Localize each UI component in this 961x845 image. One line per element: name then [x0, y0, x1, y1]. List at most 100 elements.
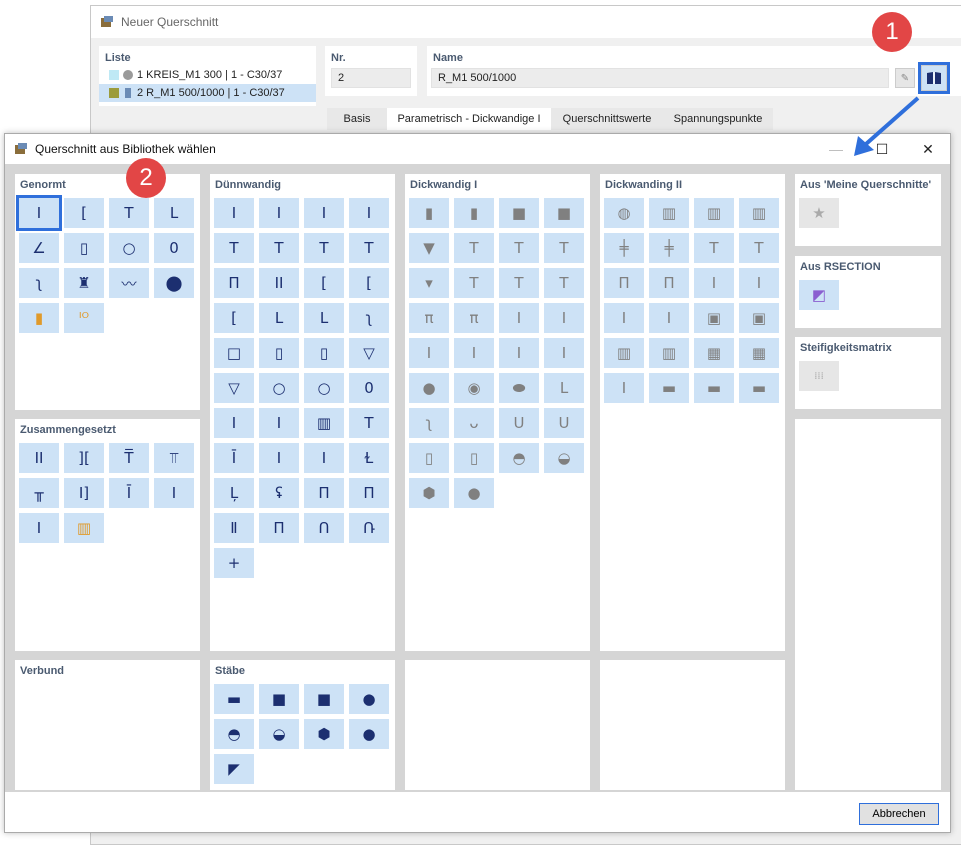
dickwandig1-section-shape-icon[interactable]: ■ — [544, 198, 584, 228]
dickwandig2-section-shape-icon[interactable]: ▥ — [604, 338, 644, 368]
dickwandig2-section-shape-icon[interactable]: ▬ — [739, 373, 779, 403]
genormt-section-shape-icon[interactable]: ʅ — [19, 268, 59, 298]
matrix-grid-icon[interactable]: ⁞⁞⁞ — [799, 361, 839, 391]
tab-querschnittswerte[interactable]: Querschnittswerte — [551, 108, 663, 130]
duennwandig-section-shape-icon[interactable]: Ո — [304, 513, 344, 543]
zusammengesetzt-section-shape-icon[interactable]: ▥ — [64, 513, 104, 543]
duennwandig-section-shape-icon[interactable]: [ — [214, 303, 254, 333]
dickwandig2-section-shape-icon[interactable]: ▬ — [649, 373, 689, 403]
dickwandig1-section-shape-icon[interactable]: ◉ — [454, 373, 494, 403]
dickwandig1-section-shape-icon[interactable]: ᴗ — [454, 408, 494, 438]
list-item-selected[interactable]: 2 R_M1 500/1000 | 1 - C30/37 — [99, 84, 316, 102]
staebe-section-shape-icon[interactable]: ■ — [259, 684, 299, 714]
genormt-section-shape-icon[interactable]: ⬤ — [154, 268, 194, 298]
staebe-section-shape-icon[interactable]: ⬢ — [304, 719, 344, 749]
duennwandig-section-shape-icon[interactable]: Ⅱ — [214, 513, 254, 543]
staebe-section-shape-icon[interactable]: ● — [349, 719, 389, 749]
dickwandig2-section-shape-icon[interactable]: ▦ — [694, 338, 734, 368]
dickwandig2-section-shape-icon[interactable]: ╪ — [604, 233, 644, 263]
duennwandig-section-shape-icon[interactable]: I — [304, 443, 344, 473]
staebe-section-shape-icon[interactable]: ◤ — [214, 754, 254, 784]
duennwandig-section-shape-icon[interactable]: [ — [349, 268, 389, 298]
dickwandig1-section-shape-icon[interactable]: I — [544, 303, 584, 333]
duennwandig-section-shape-icon[interactable]: II — [259, 268, 299, 298]
dickwandig1-section-shape-icon[interactable]: T — [499, 268, 539, 298]
dickwandig1-section-shape-icon[interactable]: ● — [454, 478, 494, 508]
dickwandig1-section-shape-icon[interactable]: U — [499, 408, 539, 438]
genormt-section-shape-icon[interactable]: I — [16, 195, 62, 231]
duennwandig-section-shape-icon[interactable]: Π — [214, 268, 254, 298]
genormt-section-shape-icon[interactable]: [ — [64, 198, 104, 228]
rsection-icon[interactable]: ◩ — [799, 280, 839, 310]
duennwandig-section-shape-icon[interactable]: L — [304, 303, 344, 333]
dickwandig2-section-shape-icon[interactable]: Π — [604, 268, 644, 298]
edit-icon[interactable]: ✎ — [895, 68, 915, 88]
dickwandig1-section-shape-icon[interactable]: T — [454, 268, 494, 298]
dickwandig1-section-shape-icon[interactable]: ⬬ — [499, 373, 539, 403]
dickwandig1-section-shape-icon[interactable]: I — [409, 338, 449, 368]
dickwandig1-section-shape-icon[interactable]: ▾ — [409, 268, 449, 298]
duennwandig-section-shape-icon[interactable]: □ — [214, 338, 254, 368]
duennwandig-section-shape-icon[interactable]: Π — [259, 513, 299, 543]
genormt-section-shape-icon[interactable]: 0 — [154, 233, 194, 263]
dickwandig1-section-shape-icon[interactable]: ■ — [499, 198, 539, 228]
dickwandig2-section-shape-icon[interactable]: ▣ — [694, 303, 734, 333]
dickwandig1-section-shape-icon[interactable]: ▯ — [409, 443, 449, 473]
dickwandig1-section-shape-icon[interactable]: π — [454, 303, 494, 333]
dickwandig2-section-shape-icon[interactable]: ▥ — [739, 198, 779, 228]
genormt-section-shape-icon[interactable]: ᴵᴼ — [64, 303, 104, 333]
duennwandig-section-shape-icon[interactable]: I — [214, 198, 254, 228]
duennwandig-section-shape-icon[interactable]: I — [304, 198, 344, 228]
nr-field[interactable]: 2 — [331, 68, 411, 88]
zusammengesetzt-section-shape-icon[interactable]: I] — [64, 478, 104, 508]
duennwandig-section-shape-icon[interactable]: I — [259, 408, 299, 438]
dickwandig2-section-shape-icon[interactable]: I — [604, 303, 644, 333]
staebe-section-shape-icon[interactable]: ■ — [304, 684, 344, 714]
dickwandig1-section-shape-icon[interactable]: I — [499, 303, 539, 333]
dickwandig1-section-shape-icon[interactable]: ▮ — [454, 198, 494, 228]
tab-basis[interactable]: Basis — [327, 108, 387, 130]
dickwandig1-section-shape-icon[interactable]: ʅ — [409, 408, 449, 438]
tab-parametrisch[interactable]: Parametrisch - Dickwandige I — [387, 108, 551, 130]
dickwandig2-section-shape-icon[interactable]: ▬ — [694, 373, 734, 403]
dickwandig1-section-shape-icon[interactable]: ▮ — [409, 198, 449, 228]
dickwandig1-section-shape-icon[interactable]: U — [544, 408, 584, 438]
zusammengesetzt-section-shape-icon[interactable]: Ī — [109, 478, 149, 508]
duennwandig-section-shape-icon[interactable]: T — [349, 233, 389, 263]
dickwandig1-section-shape-icon[interactable]: I — [544, 338, 584, 368]
dickwandig1-section-shape-icon[interactable]: I — [499, 338, 539, 368]
zusammengesetzt-section-shape-icon[interactable]: I — [19, 513, 59, 543]
dickwandig2-section-shape-icon[interactable]: ▣ — [739, 303, 779, 333]
duennwandig-section-shape-icon[interactable]: Ɫ — [349, 443, 389, 473]
dickwandig2-section-shape-icon[interactable]: T — [739, 233, 779, 263]
dickwandig2-section-shape-icon[interactable]: T — [694, 233, 734, 263]
genormt-section-shape-icon[interactable]: ▮ — [19, 303, 59, 333]
duennwandig-section-shape-icon[interactable]: T — [214, 233, 254, 263]
duennwandig-section-shape-icon[interactable]: ▽ — [349, 338, 389, 368]
star-icon[interactable]: ★ — [799, 198, 839, 228]
dickwandig1-section-shape-icon[interactable]: T — [499, 233, 539, 263]
genormt-section-shape-icon[interactable]: ♜ — [64, 268, 104, 298]
duennwandig-section-shape-icon[interactable]: ʅ — [349, 303, 389, 333]
dickwandig1-section-shape-icon[interactable]: T — [544, 233, 584, 263]
dickwandig1-section-shape-icon[interactable]: ▼ — [409, 233, 449, 263]
zusammengesetzt-section-shape-icon[interactable]: II — [19, 443, 59, 473]
duennwandig-section-shape-icon[interactable]: ▯ — [259, 338, 299, 368]
dickwandig2-section-shape-icon[interactable]: I — [604, 373, 644, 403]
duennwandig-section-shape-icon[interactable]: T — [304, 233, 344, 263]
dickwandig1-section-shape-icon[interactable]: ⬢ — [409, 478, 449, 508]
duennwandig-section-shape-icon[interactable]: Π — [349, 478, 389, 508]
dickwandig2-section-shape-icon[interactable]: ▥ — [694, 198, 734, 228]
dickwandig2-section-shape-icon[interactable]: I — [739, 268, 779, 298]
zusammengesetzt-section-shape-icon[interactable]: T̅ — [109, 443, 149, 473]
duennwandig-section-shape-icon[interactable]: I — [259, 198, 299, 228]
dickwandig1-section-shape-icon[interactable]: π — [409, 303, 449, 333]
duennwandig-section-shape-icon[interactable]: L — [259, 303, 299, 333]
duennwandig-section-shape-icon[interactable]: Ī — [214, 443, 254, 473]
dickwandig2-section-shape-icon[interactable]: ◍ — [604, 198, 644, 228]
dickwandig2-section-shape-icon[interactable]: ╪ — [649, 233, 689, 263]
dickwandig1-section-shape-icon[interactable]: T — [454, 233, 494, 263]
duennwandig-section-shape-icon[interactable]: T — [349, 408, 389, 438]
duennwandig-section-shape-icon[interactable]: ▽ — [214, 373, 254, 403]
zusammengesetzt-section-shape-icon[interactable]: ⫪ — [154, 443, 194, 473]
